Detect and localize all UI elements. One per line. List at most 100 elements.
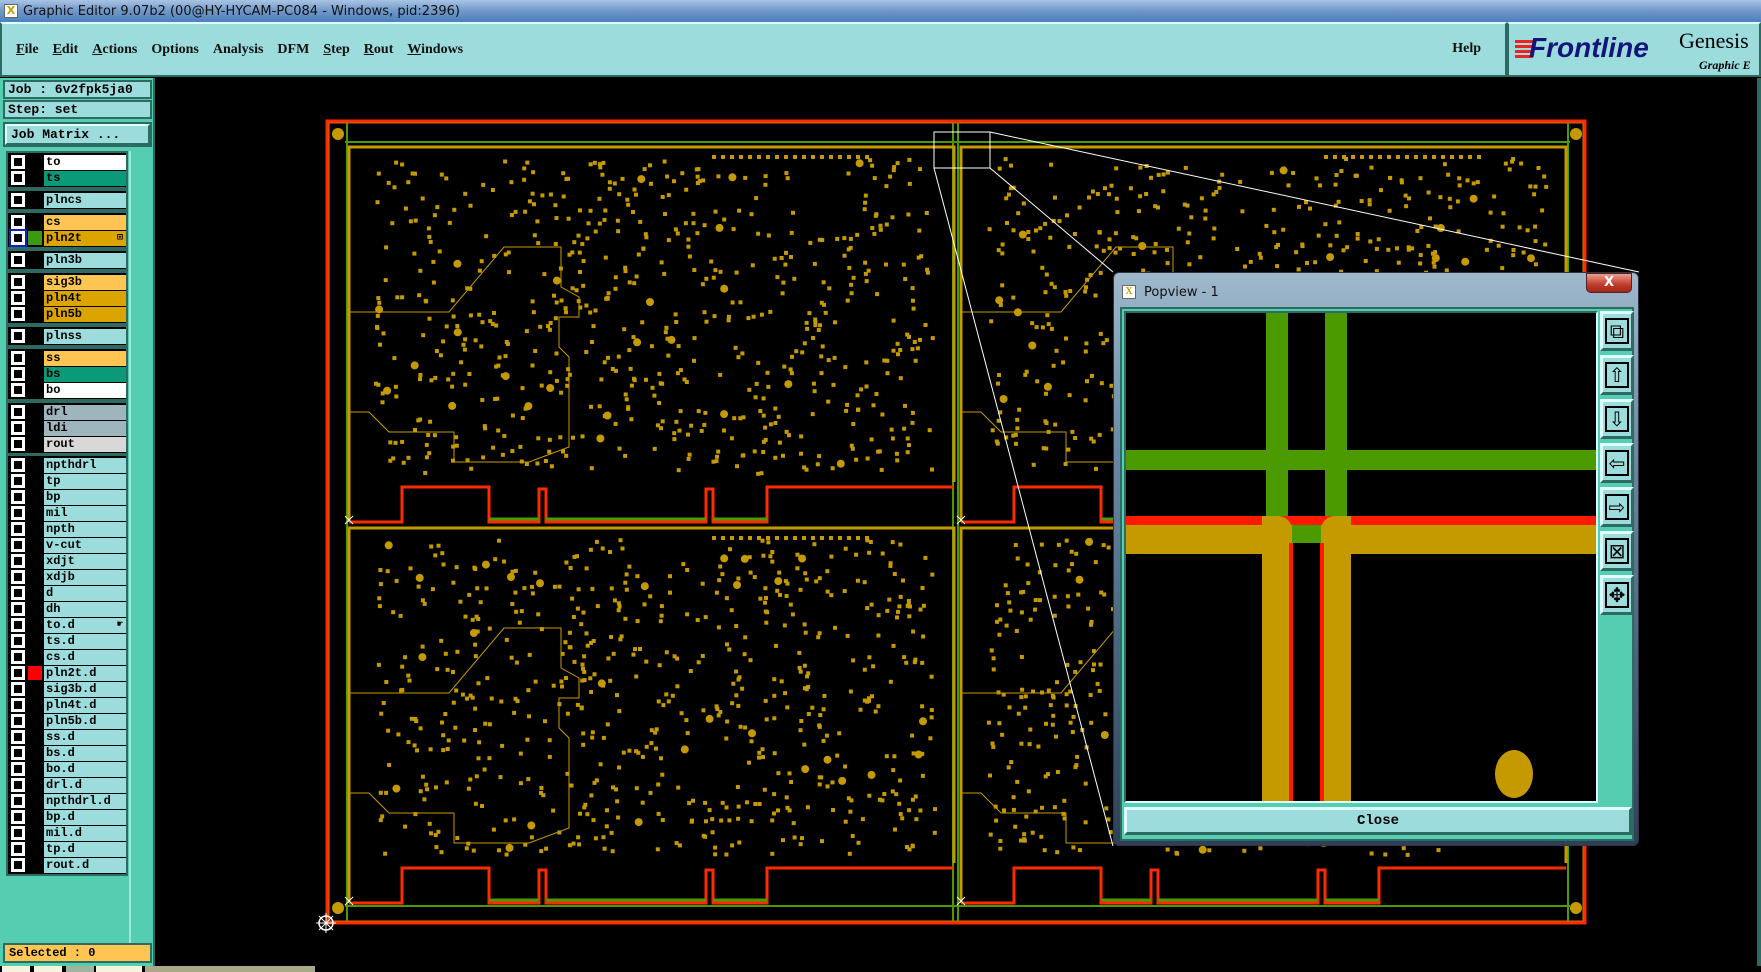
layer-checkbox[interactable] (10, 473, 26, 489)
layer-row[interactable]: pln2t ⊞ (9, 229, 126, 247)
layer-checkbox[interactable] (10, 649, 26, 665)
layer-row[interactable]: d (10, 585, 126, 601)
layer-row[interactable]: plncs (10, 192, 126, 208)
bottom-button[interactable] (66, 966, 94, 972)
layer-name[interactable]: pln5b.d (44, 713, 126, 729)
menu-help[interactable]: Help (1452, 41, 1481, 57)
layer-checkbox[interactable] (10, 809, 26, 825)
layer-row[interactable]: sig3b.d (10, 681, 126, 697)
layer-row[interactable]: drl.d (10, 777, 126, 793)
layer-row[interactable]: plnss (10, 328, 126, 344)
layer-row[interactable]: bs (10, 366, 126, 382)
layer-name[interactable]: bp.d (44, 809, 126, 825)
popview-close-button[interactable]: Close (1124, 807, 1632, 835)
layer-row[interactable]: mil.d (10, 825, 126, 841)
layer-checkbox[interactable] (10, 665, 26, 681)
layer-checkbox[interactable] (10, 585, 26, 601)
layer-row[interactable]: pln5b.d (10, 713, 126, 729)
layer-name[interactable]: dh (44, 601, 126, 617)
layer-row[interactable]: pln4t.d (10, 697, 126, 713)
layer-name[interactable]: plnss (44, 328, 126, 344)
menu-dfm[interactable]: DFM (277, 42, 309, 58)
layer-checkbox[interactable] (10, 761, 26, 777)
layer-row[interactable]: bp.d (10, 809, 126, 825)
layer-checkbox[interactable] (10, 366, 26, 382)
pan-up-button[interactable]: ⇧ (1600, 355, 1634, 395)
layer-name[interactable]: bs (44, 366, 126, 382)
menu-rout[interactable]: Rout (364, 42, 394, 58)
layer-checkbox[interactable] (10, 681, 26, 697)
layer-row[interactable]: ldi (10, 420, 126, 436)
layer-checkbox[interactable] (10, 170, 26, 186)
zoom-out-button[interactable]: ✥ (1600, 575, 1634, 615)
layer-name[interactable]: v-cut (44, 537, 126, 553)
zoom-home-button[interactable]: ⧉ (1600, 311, 1634, 351)
layer-name[interactable]: npthdrl.d (44, 793, 126, 809)
bottom-field[interactable] (145, 966, 315, 972)
layer-checkbox[interactable] (10, 252, 26, 268)
layer-name[interactable]: xdjt (44, 553, 126, 569)
menu-step[interactable]: Step (323, 42, 349, 58)
layer-row[interactable]: ts.d (10, 633, 126, 649)
layer-checkbox[interactable] (10, 457, 26, 473)
layer-name[interactable]: mil (44, 505, 126, 521)
layer-row[interactable]: xdjt (10, 553, 126, 569)
layer-row[interactable]: npth (10, 521, 126, 537)
layer-checkbox[interactable] (10, 745, 26, 761)
layer-name[interactable]: ldi (44, 420, 126, 436)
layer-row[interactable]: to (10, 154, 126, 170)
layer-checkbox[interactable] (10, 777, 26, 793)
layer-row[interactable]: ts (10, 170, 126, 186)
layer-list-scrollbar[interactable] (129, 151, 152, 951)
pan-down-button[interactable]: ⇩ (1600, 399, 1634, 439)
menu-windows[interactable]: Windows (407, 42, 463, 58)
layer-row[interactable]: cs (10, 214, 126, 230)
layer-name[interactable]: cs.d (44, 649, 126, 665)
layer-name[interactable]: bs.d (44, 745, 126, 761)
layer-name[interactable]: tp (44, 473, 126, 489)
layer-name[interactable]: tp.d (44, 841, 126, 857)
layer-row[interactable]: pln3b (10, 252, 126, 268)
layer-name[interactable]: ts (44, 170, 126, 186)
layer-row[interactable]: npthdrl (10, 457, 126, 473)
layer-row[interactable]: tp (10, 473, 126, 489)
layer-checkbox[interactable] (10, 274, 26, 290)
layer-checkbox[interactable] (10, 505, 26, 521)
layer-checkbox[interactable] (10, 382, 26, 398)
menu-analysis[interactable]: Analysis (213, 42, 264, 58)
layer-name[interactable]: drl.d (44, 777, 126, 793)
layer-row[interactable]: bs.d (10, 745, 126, 761)
layer-name[interactable]: pln2t.d (44, 665, 126, 681)
layer-checkbox[interactable] (10, 825, 26, 841)
layer-checkbox[interactable] (10, 489, 26, 505)
layer-checkbox[interactable] (10, 617, 26, 633)
layer-name[interactable]: npth (44, 521, 126, 537)
layer-name[interactable]: drl (44, 404, 126, 420)
layer-name[interactable]: bp (44, 489, 126, 505)
job-matrix-button[interactable]: Job Matrix ... (3, 122, 152, 147)
layer-name[interactable]: rout.d (44, 857, 126, 873)
layer-checkbox[interactable] (10, 290, 26, 306)
layer-checkbox[interactable] (10, 713, 26, 729)
layer-checkbox[interactable] (10, 214, 26, 230)
layer-color-swatch[interactable] (28, 666, 42, 680)
layer-name[interactable]: npthdrl (44, 457, 126, 473)
layer-checkbox[interactable] (10, 306, 26, 322)
layer-color-swatch[interactable] (28, 231, 42, 245)
layer-row[interactable]: pln5b (10, 306, 126, 322)
layer-name[interactable]: mil.d (44, 825, 126, 841)
layer-checkbox[interactable] (10, 697, 26, 713)
layer-checkbox[interactable] (10, 601, 26, 617)
layer-checkbox[interactable] (10, 857, 26, 873)
pan-right-button[interactable]: ⇨ (1600, 487, 1634, 527)
layer-row[interactable]: tp.d (10, 841, 126, 857)
menu-options[interactable]: Options (151, 42, 198, 58)
layer-name[interactable]: to.d ☛ (44, 617, 126, 633)
layer-row[interactable]: cs.d (10, 649, 126, 665)
layer-name[interactable]: pln3b (44, 252, 126, 268)
layer-name[interactable]: pln2t ⊞ (44, 230, 126, 246)
layer-name[interactable]: to (44, 154, 126, 170)
pan-left-button[interactable]: ⇦ (1600, 443, 1634, 483)
layer-name[interactable]: cs (44, 214, 126, 230)
layer-row[interactable]: sig3b (10, 274, 126, 290)
